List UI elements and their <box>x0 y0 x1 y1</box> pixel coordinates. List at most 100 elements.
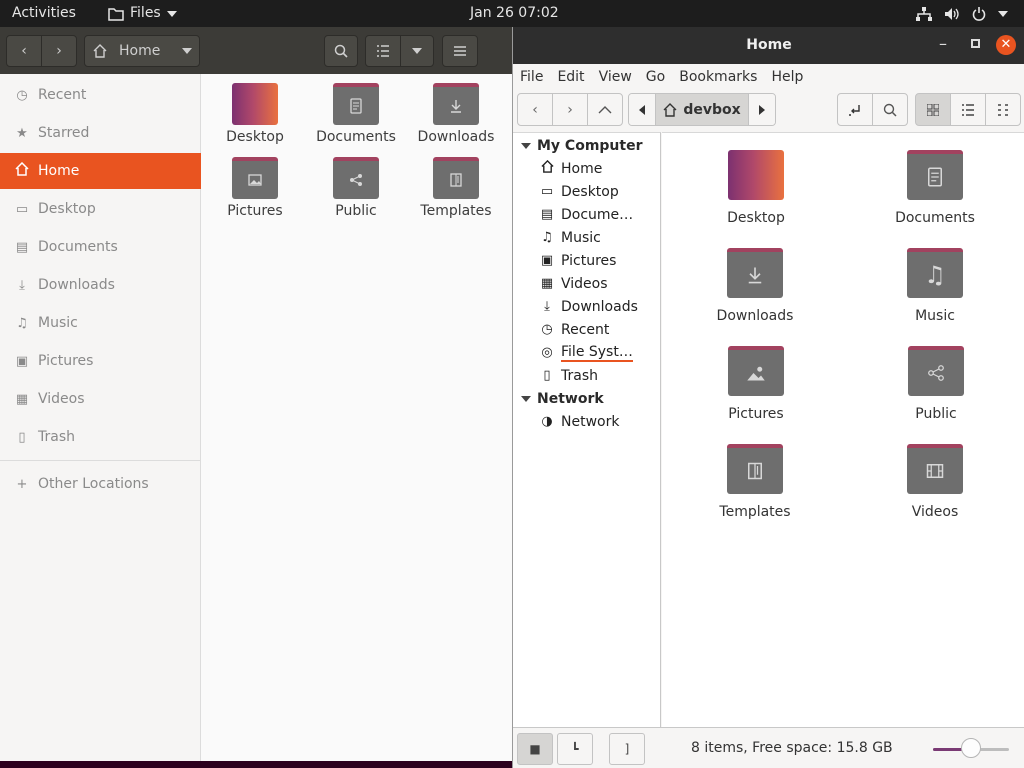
file-item-label: Pictures <box>227 203 283 219</box>
sidebar-item-other-locations[interactable]: + Other Locations <box>0 466 201 502</box>
chevron-down-icon <box>998 10 1008 17</box>
back-button[interactable]: ‹ <box>517 93 553 126</box>
file-item-public[interactable]: Public <box>871 346 1001 422</box>
sidebar-item-trash[interactable]: ▯ Trash <box>0 419 201 455</box>
sidebar-item-desktop[interactable]: ▭ Desktop <box>0 191 201 227</box>
file-item-public[interactable]: Public <box>306 157 406 219</box>
sidebar-item-home[interactable]: Home <box>0 153 201 189</box>
forward-button[interactable]: › <box>552 93 588 126</box>
download-icon: ⤓ <box>19 277 25 293</box>
menu-help[interactable]: Help <box>764 69 810 85</box>
tree-item-documents[interactable]: ▤ Docume… <box>539 203 633 226</box>
compact-view-button[interactable] <box>985 93 1021 126</box>
show-tree-button[interactable]: ┗ <box>557 733 593 765</box>
activities-button[interactable]: Activities <box>12 0 76 27</box>
search-icon <box>334 44 348 58</box>
show-places-button[interactable]: ■ <box>517 733 553 765</box>
desktop-folder-icon <box>232 83 278 125</box>
zoom-slider-handle[interactable] <box>961 738 981 758</box>
file-item-downloads[interactable]: Downloads <box>406 83 506 145</box>
system-menu[interactable] <box>916 0 1008 27</box>
plus-icon: + <box>16 476 28 492</box>
sidebar-item-pictures[interactable]: ▣ Pictures <box>0 343 201 379</box>
file-item-pictures[interactable]: Pictures <box>691 346 821 422</box>
file-item-music[interactable]: ♫ Music <box>870 248 1000 324</box>
app-menu[interactable]: Files <box>108 0 177 27</box>
sidebar-item-label: Documents <box>38 239 118 255</box>
path-scroll-right[interactable] <box>749 94 775 125</box>
tree-item-downloads[interactable]: ⤓ Downloads <box>539 295 638 318</box>
tree-item-desktop[interactable]: ▭ Desktop <box>539 180 619 203</box>
menu-button[interactable] <box>442 35 478 67</box>
tree-item-home[interactable]: Home <box>539 157 602 180</box>
sidebar-item-recent[interactable]: ◷ Recent <box>0 77 201 113</box>
videos-folder-icon <box>907 444 963 494</box>
tree-item-label: Desktop <box>561 183 619 200</box>
minimize-button[interactable]: – <box>933 33 953 55</box>
video-icon: ▦ <box>15 391 29 407</box>
downloads-folder-icon <box>433 83 479 125</box>
close-button[interactable]: ✕ <box>996 35 1016 55</box>
menu-view[interactable]: View <box>592 69 639 85</box>
menu-edit[interactable]: Edit <box>550 69 591 85</box>
tree-item-label: File Syst… <box>561 343 633 362</box>
file-item-desktop[interactable]: Desktop <box>205 83 305 145</box>
clock-icon: ◷ <box>16 87 28 103</box>
network-wired-icon <box>916 6 932 21</box>
clock[interactable]: Jan 26 07:02 <box>470 0 559 27</box>
menu-bookmarks[interactable]: Bookmarks <box>672 69 764 85</box>
volume-icon <box>945 7 959 20</box>
sidebar-item-starred[interactable]: ★ Starred <box>0 115 201 151</box>
view-options-button[interactable] <box>400 35 434 67</box>
location-button[interactable]: Home <box>84 35 200 67</box>
home-icon <box>663 102 677 117</box>
sidebar-item-documents[interactable]: ▤ Documents <box>0 229 201 265</box>
up-button[interactable] <box>587 93 623 126</box>
file-item-documents[interactable]: Documents <box>870 150 1000 226</box>
documents-folder-icon <box>333 83 379 125</box>
sidebar-item-label: Home <box>38 163 80 179</box>
location-toggle-button[interactable] <box>837 93 873 126</box>
search-button[interactable] <box>872 93 908 126</box>
file-item-pictures[interactable]: Pictures <box>205 157 305 219</box>
search-button[interactable] <box>324 35 358 67</box>
icon-view-button[interactable] <box>915 93 951 126</box>
tree-item-recent[interactable]: ◷ Recent <box>539 318 609 341</box>
path-scroll-left[interactable] <box>629 94 655 125</box>
forward-button[interactable]: › <box>41 35 77 67</box>
path-segment-current[interactable]: devbox <box>655 94 749 125</box>
tree-item-file-system[interactable]: ◎ File Syst… <box>539 341 633 364</box>
sidebar-item-videos[interactable]: ▦ Videos <box>0 381 201 417</box>
tree-item-music[interactable]: ♫ Music <box>539 226 601 249</box>
tree-item-videos[interactable]: ▦ Videos <box>539 272 608 295</box>
back-button[interactable]: ‹ <box>6 35 42 67</box>
title-bar[interactable]: Home – ✕ <box>513 27 1024 64</box>
menu-go[interactable]: Go <box>639 69 672 85</box>
file-item-downloads[interactable]: Downloads <box>690 248 820 324</box>
chevron-left-icon: ‹ <box>532 101 538 118</box>
tree-item-pictures[interactable]: ▣ Pictures <box>539 249 617 272</box>
file-item-desktop[interactable]: Desktop <box>691 150 821 226</box>
list-view-button[interactable] <box>950 93 986 126</box>
menu-file[interactable]: File <box>513 69 550 85</box>
public-folder-icon <box>908 346 964 396</box>
tree-item-network[interactable]: ◑ Network <box>539 410 619 433</box>
file-item-documents[interactable]: Documents <box>306 83 406 145</box>
file-item-videos[interactable]: Videos <box>870 444 1000 520</box>
tree-item-trash[interactable]: ▯ Trash <box>539 364 598 387</box>
view-list-button[interactable] <box>365 35 401 67</box>
maximize-button[interactable] <box>965 33 985 55</box>
sidebar-item-downloads[interactable]: ⤓ Downloads <box>0 267 201 303</box>
music-icon: ♫ <box>16 315 28 331</box>
status-text: 8 items, Free space: 15.8 GB <box>691 740 893 756</box>
file-item-templates[interactable]: Templates <box>406 157 506 219</box>
hide-sidebar-button[interactable]: ] <box>609 733 645 765</box>
tree-header-my-computer[interactable]: My Computer <box>521 134 643 157</box>
nautilus-window: ‹ › Home ◷ Recent ★ Starred Home ▭ Desktop … <box>0 27 512 761</box>
tree-item-label: Recent <box>561 321 610 338</box>
desktop-icon: ▭ <box>15 201 29 217</box>
tree-header-network[interactable]: Network <box>521 387 604 410</box>
maximize-icon <box>970 39 980 48</box>
file-item-templates[interactable]: Templates <box>690 444 820 520</box>
sidebar-item-music[interactable]: ♫ Music <box>0 305 201 341</box>
